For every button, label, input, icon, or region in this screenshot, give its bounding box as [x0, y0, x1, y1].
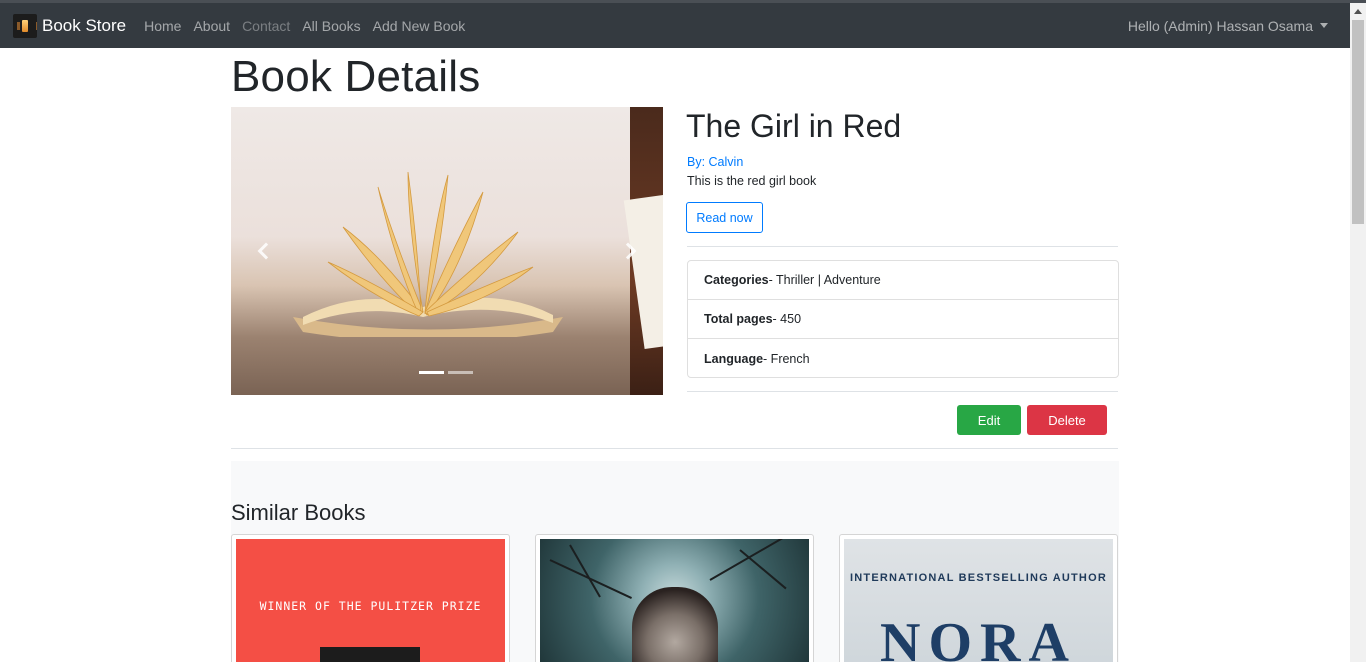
cover-author-name: NORA: [880, 612, 1077, 662]
carousel-indicator[interactable]: [419, 371, 444, 374]
page-title: Book Details: [231, 52, 481, 101]
divider: [231, 448, 1118, 449]
scroll-up-arrow-icon[interactable]: [1354, 9, 1362, 14]
detail-categories: Categories - Thriller | Adventure: [688, 261, 1118, 300]
book-cover-image: INTERNATIONAL BESTSELLING AUTHOR NORA: [844, 539, 1113, 662]
similar-books-title: Similar Books: [231, 500, 366, 525]
edit-button[interactable]: Edit: [957, 405, 1021, 435]
similar-book-card[interactable]: [535, 534, 814, 662]
similar-book-card[interactable]: INTERNATIONAL BESTSELLING AUTHOR NORA: [839, 534, 1118, 662]
nav-links: Home About Contact All Books Add New Boo…: [138, 18, 471, 34]
book-title: The Girl in Red: [686, 108, 902, 144]
cover-figure: [632, 587, 718, 662]
brand-name: Book Store: [42, 15, 127, 35]
carousel-next-icon[interactable]: [623, 241, 635, 259]
user-menu-dropdown[interactable]: Hello (Admin) Hassan Osama: [1128, 3, 1328, 48]
brand[interactable]: Book Store: [13, 13, 127, 38]
book-image-carousel[interactable]: [231, 107, 663, 395]
detail-label: Categories: [704, 273, 769, 287]
divider: [687, 391, 1118, 392]
nav-link-all-books[interactable]: All Books: [296, 18, 366, 34]
detail-language: Language - French: [688, 339, 1118, 378]
cover-branch: [739, 549, 787, 590]
book-logo-icon: [13, 13, 37, 38]
similar-book-card[interactable]: WINNER OF THE PULITZER PRIZE: [231, 534, 510, 662]
nav-link-contact[interactable]: Contact: [236, 18, 296, 34]
page-scrollbar[interactable]: [1350, 3, 1366, 662]
nav-link-home[interactable]: Home: [138, 18, 187, 34]
navbar: Book Store Home About Contact All Books …: [0, 3, 1350, 48]
detail-value: - 450: [772, 312, 802, 326]
cover-branch: [709, 539, 789, 581]
user-greeting: Hello (Admin) Hassan Osama: [1127, 17, 1313, 34]
book-author-link[interactable]: By: Calvin: [687, 155, 743, 169]
detail-value: - French: [763, 351, 810, 366]
book-cover-image: [540, 539, 809, 662]
caret-down-icon: [1320, 23, 1328, 28]
open-book-image: [293, 171, 563, 337]
carousel-indicator[interactable]: [448, 371, 473, 374]
book-details-list: Categories - Thriller | Adventure Total …: [687, 260, 1119, 378]
detail-total-pages: Total pages - 450: [688, 300, 1118, 339]
book-description: This is the red girl book: [687, 174, 817, 188]
delete-button[interactable]: Delete: [1027, 405, 1107, 435]
detail-label: Language: [704, 351, 764, 366]
book-cover-image: WINNER OF THE PULITZER PRIZE: [236, 539, 505, 662]
detail-label: Total pages: [704, 312, 773, 326]
read-now-button[interactable]: Read now: [686, 202, 763, 233]
divider: [687, 246, 1118, 247]
carousel-indicators: [419, 371, 477, 374]
nav-link-add-new-book[interactable]: Add New Book: [367, 18, 472, 34]
cover-title-block: [320, 647, 420, 662]
carousel-slide-open-book: [231, 107, 630, 395]
cover-text: WINNER OF THE PULITZER PRIZE: [259, 599, 482, 613]
detail-value: - Thriller | Adventure: [768, 273, 881, 287]
nav-link-about[interactable]: About: [187, 18, 236, 34]
cover-text: INTERNATIONAL BESTSELLING AUTHOR: [850, 572, 1107, 584]
carousel-prev-icon[interactable]: [257, 241, 269, 259]
scrollbar-thumb[interactable]: [1352, 20, 1364, 224]
